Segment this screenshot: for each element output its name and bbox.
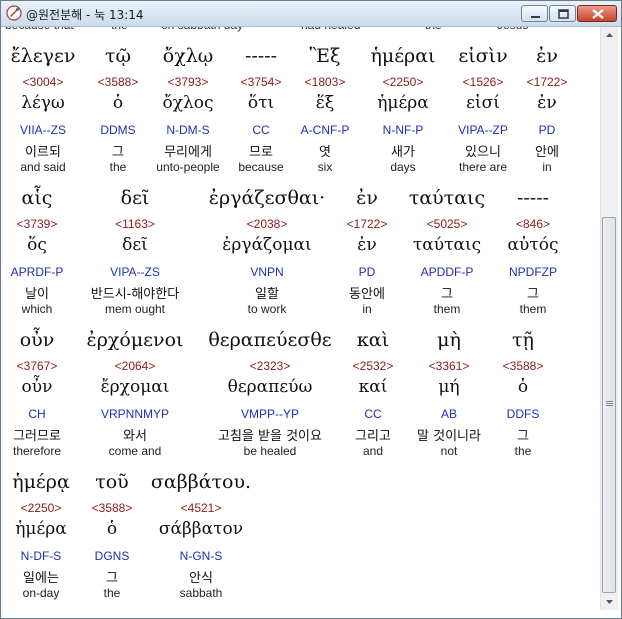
korean-gloss: 안에 — [535, 145, 559, 160]
word-column[interactable]: ἐρχόμενοι <2064> ἔρχομαι VRPNNMYP 와서 come and — [65, 329, 205, 469]
close-icon — [592, 9, 604, 19]
close-button[interactable] — [577, 5, 617, 22]
partial-gloss-text: because that — [5, 27, 74, 32]
strong-number: <4521> — [180, 501, 222, 515]
greek-word: ἐρχόμενοι — [86, 329, 184, 351]
greek-word: ----- — [516, 187, 550, 209]
verse-block: οὖν <3767> οὖν CH 그러므로 therefore ἐρχόμενοι <206… — [1, 329, 600, 469]
parsing-code: DDFS — [506, 407, 540, 421]
scroll-up-arrow-icon[interactable] — [601, 27, 618, 44]
verse-block: αἷς <3739> ὅς APRDF-P 날이 which δεῖ <1163> δεῖ VIP… — [1, 187, 600, 327]
partial-gloss-text: Jesus — [497, 27, 528, 32]
strong-number: <3588> — [502, 359, 544, 373]
greek-word: ἐν — [536, 45, 558, 67]
lemma-word: σάββατον — [158, 519, 244, 539]
window-title: @원전분해 - 눅 13:14 — [26, 8, 144, 22]
parsing-code: N-GN-S — [179, 549, 223, 563]
maximize-button[interactable] — [549, 5, 576, 22]
lemma-word: ὁ — [517, 377, 529, 397]
minimize-button[interactable] — [521, 5, 548, 22]
english-gloss: mem ought — [104, 302, 166, 316]
partial-gloss-text: the — [111, 27, 128, 32]
partial-gloss-text: on sabbath day — [161, 27, 243, 32]
word-column[interactable]: ----- <846> αὐτός NPDFZP 그 them — [463, 187, 600, 327]
english-gloss: the — [514, 444, 532, 458]
maximize-icon — [558, 9, 569, 19]
partial-gloss-text: had healed — [301, 27, 360, 32]
strong-number: <846> — [515, 217, 551, 231]
parsing-code: VIPA--ZS — [110, 265, 160, 279]
scroll-down-arrow-icon[interactable] — [601, 593, 618, 610]
partial-gloss-text: the — [425, 27, 442, 32]
word-column[interactable]: ἐν <1722> ἐν PD 안에 in — [477, 45, 600, 185]
english-gloss: in — [542, 160, 552, 174]
word-column[interactable]: τῇ <3588> ὁ DDFS 그 the — [453, 329, 593, 469]
greek-word: σαββάτου. — [150, 471, 252, 493]
lemma-word: ἐν — [537, 93, 557, 113]
word-column[interactable]: δεῖ <1163> δεῖ VIPA--ZS 반드시-해야한다 mem ought — [65, 187, 205, 327]
korean-gloss: 그 — [527, 287, 539, 302]
lemma-word: δεῖ — [122, 235, 148, 255]
app-logo-icon — [6, 5, 22, 21]
minimize-icon — [531, 16, 540, 18]
app-window: @원전분해 - 눅 13:14 because that the on sabbat… — [0, 0, 622, 619]
strong-number: <1163> — [115, 217, 155, 231]
verse-block: ἔλεγεν <3004> λέγω VIIA--ZS 이르되 and said τῷ <35… — [1, 45, 600, 185]
lemma-word: αὐτός — [507, 235, 559, 255]
korean-gloss: 그 — [517, 429, 529, 444]
lemma-word: ἔρχομαι — [100, 377, 170, 397]
korean-gloss: 와서 — [123, 429, 147, 444]
verse-block: ἡμέρᾳ <2250> ἡμέρα N-DF-S 일에는 on-day τοῦ <3588>… — [1, 471, 600, 611]
strong-number: <1722> — [526, 75, 568, 89]
strong-number: <2064> — [114, 359, 156, 373]
greek-word: δεῖ — [120, 187, 150, 209]
parsing-code: VRPNNMYP — [100, 407, 169, 421]
interlinear-view[interactable]: because that the on sabbath day had healed t… — [1, 27, 600, 618]
english-gloss: sabbath — [179, 586, 223, 600]
scrollbar-thumb[interactable] — [602, 217, 616, 593]
korean-gloss: 안식 — [189, 571, 213, 586]
vertical-scrollbar[interactable] — [600, 27, 618, 610]
english-gloss: them — [519, 302, 547, 316]
english-gloss: come and — [108, 444, 162, 458]
parsing-code: NPDFZP — [509, 265, 557, 279]
korean-gloss: 반드시-해야한다 — [90, 287, 180, 302]
greek-word: τῇ — [512, 329, 534, 351]
title-bar[interactable]: @원전분해 - 눅 13:14 — [1, 1, 621, 27]
word-column[interactable]: σαββάτου. <4521> σάββατον N-GN-S 안식 sabbath — [131, 471, 271, 611]
parsing-code: PD — [538, 123, 556, 137]
